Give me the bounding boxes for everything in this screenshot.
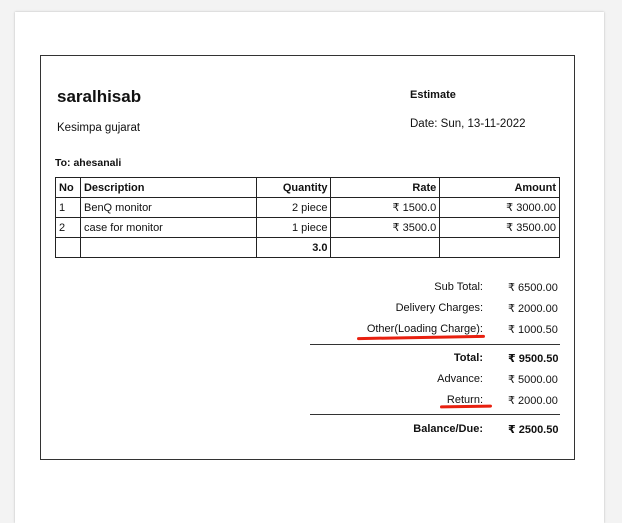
delivery-charges-value: ₹ 2000.00 — [508, 303, 558, 315]
header-quantity: Quantity — [255, 177, 332, 198]
document-date: Date: Sun, 13-11-2022 — [410, 118, 526, 130]
header-description: Description — [79, 177, 257, 198]
total-quantity: 3.0 — [255, 237, 332, 258]
return-value: ₹ 2000.00 — [508, 395, 558, 407]
advance-value: ₹ 5000.00 — [508, 374, 558, 386]
company-name: saralhisab — [57, 87, 142, 106]
table-row: 1 BenQ monitor 2 piece ₹ 1500.0 ₹ 3000.0… — [55, 197, 560, 218]
other-charge-label: Other(Loading Charge): — [366, 323, 483, 335]
row-rate: ₹ 3500.0 — [330, 217, 441, 238]
sub-total-value: ₹ 6500.00 — [508, 282, 558, 294]
total-label: Total: — [453, 352, 483, 364]
document-type: Estimate — [410, 89, 456, 101]
header-amount: Amount — [439, 177, 560, 198]
row-description: case for monitor — [79, 217, 257, 238]
header-no: No — [55, 177, 81, 198]
other-charge-value: ₹ 1000.50 — [508, 324, 558, 336]
row-description: BenQ monitor — [79, 197, 257, 218]
row-no: 2 — [55, 217, 81, 238]
total-value: ₹ 9500.50 — [508, 353, 559, 365]
delivery-charges-label: Delivery Charges: — [395, 302, 483, 314]
company-address: Kesimpa gujarat — [57, 122, 141, 134]
row-amount: ₹ 3000.00 — [439, 197, 560, 218]
table-header-row: No Description Quantity Rate Amount — [55, 177, 560, 198]
balance-divider — [310, 414, 560, 415]
table-row: 2 case for monitor 1 piece ₹ 3500.0 ₹ 35… — [55, 217, 560, 238]
table-total-row: 3.0 — [55, 237, 560, 258]
advance-label: Advance: — [437, 373, 483, 385]
row-no: 1 — [55, 197, 81, 218]
row-quantity: 1 piece — [255, 217, 332, 238]
summary-divider — [310, 344, 560, 345]
row-rate: ₹ 1500.0 — [330, 197, 441, 218]
row-quantity: 2 piece — [255, 197, 332, 218]
sub-total-label: Sub Total: — [434, 281, 483, 293]
header-rate: Rate — [330, 177, 441, 198]
row-amount: ₹ 3500.00 — [439, 217, 560, 238]
customer-name: To: ahesanali — [55, 157, 122, 169]
items-table: No Description Quantity Rate Amount 1 Be… — [55, 177, 560, 258]
balance-due-value: ₹ 2500.50 — [508, 424, 559, 436]
balance-due-label: Balance/Due: — [413, 423, 483, 435]
